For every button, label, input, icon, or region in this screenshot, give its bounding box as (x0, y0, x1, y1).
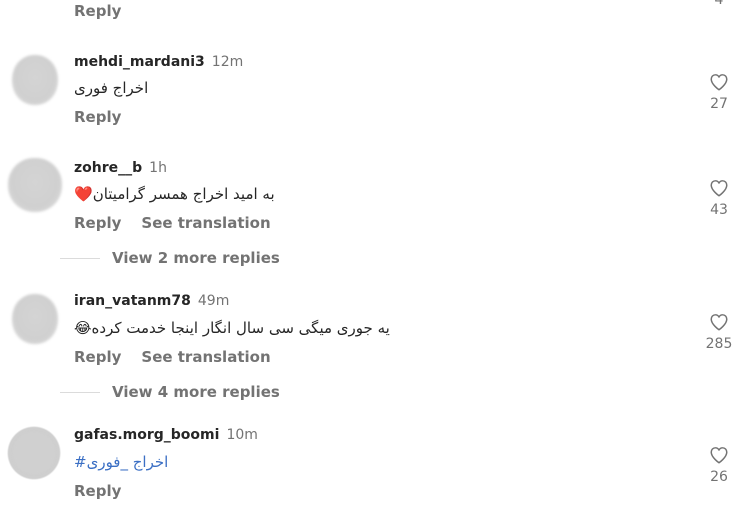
comment-text: اخراج فوری (74, 79, 149, 97)
avatar[interactable] (8, 158, 62, 212)
avatar-with-story-ring[interactable] (5, 424, 63, 482)
timestamp: 49m (197, 293, 230, 309)
see-translation-link[interactable]: See translation (141, 214, 270, 232)
comment-actions: Reply See translation (74, 348, 271, 366)
reply-button[interactable]: Reply (74, 348, 121, 366)
heart-icon[interactable] (709, 179, 729, 197)
like-count: 26 (710, 469, 728, 485)
reply-button[interactable]: Reply (74, 2, 121, 20)
comment-actions: Reply See translation (74, 214, 271, 232)
view-more-replies-button[interactable]: View 2 more replies (60, 249, 280, 267)
comment-text: #اخراج _فوری (74, 453, 168, 471)
heart-emoji-icon: ❤️ (74, 185, 93, 203)
view-more-replies-label[interactable]: View 2 more replies (112, 249, 280, 267)
comment-text: 😂یه جوری میگی سی سال انگار اینجا خدمت کر… (74, 319, 390, 337)
avatar[interactable] (12, 55, 58, 105)
timestamp: 10m (226, 427, 258, 443)
like-count: 43 (710, 202, 728, 218)
see-translation-link[interactable]: See translation (141, 348, 270, 366)
heart-icon[interactable] (709, 313, 729, 331)
reply-button[interactable]: Reply (74, 108, 121, 126)
like-count: 27 (710, 96, 728, 112)
hashtag-link[interactable]: #اخراج _فوری (74, 453, 168, 471)
replies-divider (60, 392, 100, 393)
reply-button[interactable]: Reply (74, 482, 121, 500)
timestamp: 1h (149, 160, 167, 176)
comment-text: ❤️به امید اخراج همسر گرامیتان (74, 185, 275, 203)
view-more-replies-label[interactable]: View 4 more replies (112, 383, 280, 401)
comment-header: gafas.morg_boomi 10m (74, 427, 258, 443)
like-column: 285 (700, 313, 738, 352)
laugh-emoji-icon: 😂 (74, 319, 92, 337)
avatar[interactable] (12, 294, 58, 344)
like-column: 43 (700, 179, 738, 218)
timestamp: 12m (211, 54, 244, 70)
username[interactable]: mehdi_mardani3 (74, 54, 205, 70)
username[interactable]: zohre__b (74, 160, 142, 176)
username[interactable]: gafas.morg_boomi (74, 427, 219, 443)
comment-header: zohre__b 1h (74, 160, 167, 176)
username[interactable]: iran_vatanm78 (74, 293, 191, 309)
replies-divider (60, 258, 100, 259)
comment-header: mehdi_mardani3 12m (74, 54, 243, 70)
reply-button[interactable]: Reply (74, 214, 121, 232)
comment-actions: Reply (74, 108, 121, 126)
comment-text-body: به امید اخراج همسر گرامیتان (92, 185, 275, 203)
view-more-replies-button[interactable]: View 4 more replies (60, 383, 280, 401)
like-column: 27 (700, 73, 738, 112)
like-count: 285 (705, 336, 733, 352)
comment-text-body: یه جوری میگی سی سال انگار اینجا خدمت کرد… (91, 319, 390, 337)
like-column: 26 (700, 446, 738, 485)
heart-icon[interactable] (709, 446, 729, 464)
comment-actions: Reply (74, 482, 121, 500)
heart-icon[interactable] (709, 73, 729, 91)
comment-header: iran_vatanm78 49m (74, 293, 229, 309)
like-count: 4 (714, 0, 724, 8)
